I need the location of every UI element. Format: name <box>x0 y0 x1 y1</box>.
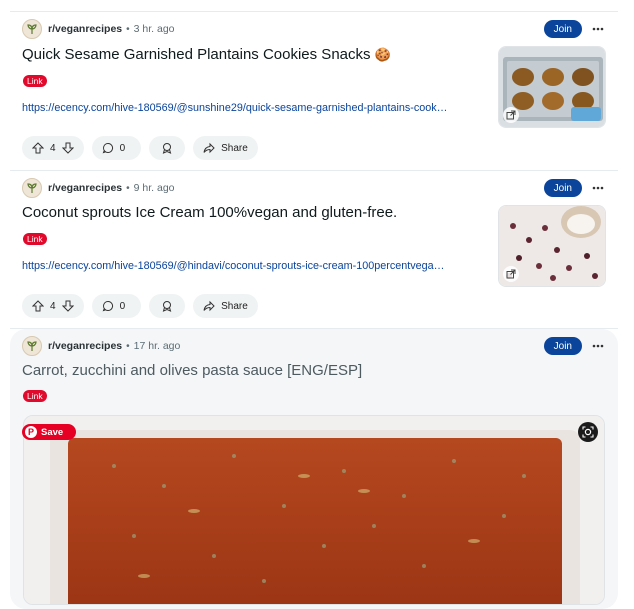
share-button[interactable]: Share <box>193 294 258 318</box>
post-thumbnail[interactable] <box>498 46 606 128</box>
subreddit-avatar[interactable] <box>22 336 42 356</box>
external-link-icon[interactable] <box>503 107 519 123</box>
award-icon <box>162 301 172 312</box>
downvote-icon[interactable] <box>61 142 74 154</box>
post-time: 9 hr. ago <box>133 182 175 194</box>
award-button[interactable] <box>149 136 186 160</box>
link-tag[interactable]: Link <box>23 75 47 87</box>
comment-count: 0 <box>119 300 126 312</box>
join-button[interactable]: Join <box>543 179 582 197</box>
separator-dot: • <box>126 340 130 352</box>
post-meta: r/veganrecipes • 3 hr. ago <box>22 18 175 40</box>
more-icon[interactable] <box>590 180 606 196</box>
award-button[interactable] <box>149 294 186 318</box>
separator-dot: • <box>126 23 130 35</box>
comments-button[interactable]: 0 <box>91 136 142 160</box>
cookie-emoji: 🍪 <box>374 47 391 62</box>
post-meta: r/veganrecipes • 17 hr. ago <box>22 335 180 357</box>
post-url[interactable]: https://ecency.com/hive-180569/@hindavi/… <box>22 260 494 272</box>
subreddit-link[interactable]: r/veganrecipes <box>48 23 122 35</box>
comments-button[interactable]: 0 <box>91 294 142 318</box>
upvote-count: 4 <box>50 142 56 154</box>
upvote-icon[interactable] <box>32 142 44 154</box>
pinterest-save-button[interactable]: P Save <box>22 424 76 440</box>
upvote-count: 4 <box>50 300 56 312</box>
link-tag[interactable]: Link <box>23 390 47 402</box>
post-time: 3 hr. ago <box>133 23 175 35</box>
join-button[interactable]: Join <box>543 337 582 355</box>
comment-count: 0 <box>119 142 126 154</box>
subreddit-link[interactable]: r/veganrecipes <box>48 182 122 194</box>
link-tag[interactable]: Link <box>23 233 47 245</box>
save-label: Save <box>41 426 64 438</box>
share-icon <box>203 142 215 154</box>
comment-icon <box>102 300 113 312</box>
join-button[interactable]: Join <box>543 20 582 38</box>
post-actions: 4 0 Share <box>22 294 258 318</box>
subreddit-link[interactable]: r/veganrecipes <box>48 340 122 352</box>
post-meta: r/veganrecipes • 9 hr. ago <box>22 177 175 199</box>
share-button[interactable]: Share <box>193 136 258 160</box>
post-image[interactable] <box>23 415 605 605</box>
more-icon[interactable] <box>590 338 606 354</box>
share-label: Share <box>221 300 248 312</box>
post-thumbnail[interactable] <box>498 205 606 287</box>
downvote-icon[interactable] <box>61 300 74 312</box>
share-icon <box>203 300 215 312</box>
post-title[interactable]: Carrot, zucchini and olives pasta sauce … <box>22 362 362 379</box>
post-url[interactable]: https://ecency.com/hive-180569/@sunshine… <box>22 102 494 114</box>
award-icon <box>162 143 172 154</box>
post-title[interactable]: Coconut sprouts Ice Cream 100%vegan and … <box>22 204 397 221</box>
vote-pill: 4 <box>22 294 84 318</box>
subreddit-avatar[interactable] <box>22 19 42 39</box>
pinterest-icon: P <box>25 426 37 438</box>
external-link-icon[interactable] <box>503 266 519 282</box>
separator-dot: • <box>126 182 130 194</box>
upvote-icon[interactable] <box>32 300 44 312</box>
post-actions: 4 0 Share <box>22 136 258 160</box>
comment-icon <box>102 142 113 154</box>
more-icon[interactable] <box>590 21 606 37</box>
lens-icon[interactable] <box>578 422 598 442</box>
vote-pill: 4 <box>22 136 84 160</box>
share-label: Share <box>221 142 248 154</box>
post-card[interactable]: r/veganrecipes • 3 hr. ago Join Quick Se… <box>10 12 618 169</box>
post-title[interactable]: Quick Sesame Garnished Plantains Cookies… <box>22 46 391 63</box>
post-card[interactable]: r/veganrecipes • 9 hr. ago Join Coconut … <box>10 170 618 329</box>
subreddit-avatar[interactable] <box>22 178 42 198</box>
post-time: 17 hr. ago <box>133 340 181 352</box>
post-title-text: Quick Sesame Garnished Plantains Cookies… <box>22 46 371 63</box>
